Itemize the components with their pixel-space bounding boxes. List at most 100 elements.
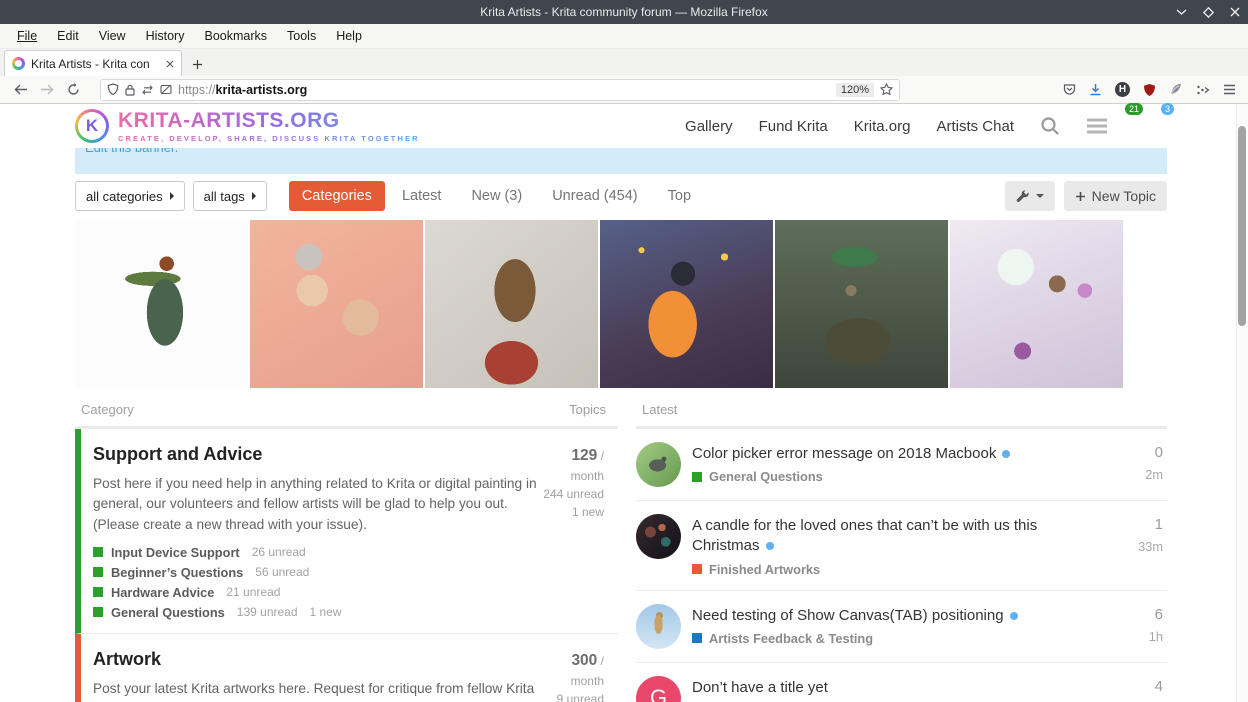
window-maximize-button[interactable] bbox=[1203, 6, 1214, 18]
category-description: Post here if you need help in anything r… bbox=[93, 476, 537, 532]
lock-icon[interactable] bbox=[125, 84, 135, 96]
new-tab-button[interactable] bbox=[184, 52, 210, 76]
topic-avatar-letter-g[interactable]: G bbox=[636, 675, 681, 702]
subcategory-beginners-questions[interactable]: Beginner’s Questions 56 unread bbox=[93, 565, 537, 580]
back-button[interactable] bbox=[8, 79, 34, 101]
topic-category-badge[interactable]: Artists Feedback & Testing bbox=[692, 631, 1111, 646]
url-text[interactable]: https://krita-artists.org bbox=[178, 83, 830, 97]
adblock-shield-icon[interactable] bbox=[1143, 83, 1156, 97]
topic-category-badge[interactable]: General Questions bbox=[692, 469, 1111, 484]
extension-h-icon[interactable]: H bbox=[1115, 82, 1130, 97]
tab-unread[interactable]: Unread (454) bbox=[539, 181, 650, 211]
reply-count: 1 bbox=[1154, 516, 1163, 533]
subcategory-hardware-advice[interactable]: Hardware Advice 21 unread bbox=[93, 585, 537, 600]
nav-link-fund-krita[interactable]: Fund Krita bbox=[759, 118, 828, 135]
category-color-square bbox=[692, 564, 702, 574]
featured-artwork-strip bbox=[75, 220, 1248, 388]
extension-dots-icon[interactable] bbox=[1196, 84, 1210, 96]
category-row-support-and-advice: Support and Advice Post here if you need… bbox=[75, 429, 618, 634]
banner-image-druid[interactable] bbox=[75, 220, 248, 388]
unread-dot bbox=[1009, 611, 1018, 620]
browser-tab-active[interactable]: Krita Artists - Krita con bbox=[4, 50, 182, 76]
category-row-artwork: Artwork Post your latest Krita artworks … bbox=[75, 633, 618, 702]
subcategory-input-device-support[interactable]: Input Device Support 26 unread bbox=[93, 545, 537, 560]
blocked-media-icon[interactable] bbox=[160, 84, 172, 95]
page-scrollbar-track[interactable] bbox=[1236, 104, 1248, 702]
site-logo[interactable]: K KRITA-ARTISTS.ORG CREATE, DEVELOP, SHA… bbox=[75, 109, 420, 143]
menu-tools[interactable]: Tools bbox=[278, 26, 325, 46]
tag-filter-dropdown[interactable]: all tags bbox=[192, 181, 267, 211]
forward-button[interactable] bbox=[34, 79, 60, 101]
notification-badge-green[interactable]: 21 bbox=[1125, 102, 1144, 115]
banner-image-girl-portrait[interactable] bbox=[425, 220, 598, 388]
topic-title[interactable]: Color picker error message on 2018 Macbo… bbox=[692, 444, 1092, 464]
downloads-icon[interactable] bbox=[1089, 83, 1102, 96]
page-scrollbar-thumb[interactable] bbox=[1238, 126, 1246, 326]
tab-close-icon[interactable] bbox=[166, 60, 174, 68]
extension-feather-icon[interactable] bbox=[1169, 83, 1183, 96]
reload-button[interactable] bbox=[60, 79, 86, 101]
menu-help[interactable]: Help bbox=[327, 26, 371, 46]
categories-column: Category Topics Support and Advice Post … bbox=[75, 402, 618, 702]
notification-badge-blue[interactable]: 3 bbox=[1160, 102, 1174, 115]
bookmark-star-icon[interactable] bbox=[880, 83, 893, 96]
topic-avatar-giraffe[interactable] bbox=[636, 603, 681, 649]
topic-title[interactable]: A candle for the loved ones that can’t b… bbox=[692, 516, 1092, 557]
edit-banner-link[interactable]: Edit this banner. bbox=[85, 148, 178, 155]
reply-count: 6 bbox=[1154, 605, 1163, 623]
menu-view[interactable]: View bbox=[90, 26, 135, 46]
category-color-square bbox=[93, 547, 103, 558]
site-header: K KRITA-ARTISTS.ORG CREATE, DEVELOP, SHA… bbox=[0, 102, 1248, 148]
pocket-icon[interactable] bbox=[1063, 83, 1076, 96]
category-title[interactable]: Artwork bbox=[93, 649, 537, 670]
url-bar[interactable]: https://krita-artists.org 120% bbox=[100, 78, 900, 101]
category-filter-dropdown[interactable]: all categories bbox=[75, 181, 185, 211]
tab-latest[interactable]: Latest bbox=[389, 181, 455, 211]
nav-link-gallery[interactable]: Gallery bbox=[685, 118, 733, 135]
caret-down-icon bbox=[1035, 194, 1044, 198]
menu-file[interactable]: File bbox=[8, 26, 46, 46]
window-close-button[interactable] bbox=[1230, 7, 1240, 17]
nav-link-krita-org[interactable]: Krita.org bbox=[854, 118, 911, 135]
admin-wrench-button[interactable] bbox=[1004, 181, 1055, 211]
reply-count: 4 bbox=[1154, 677, 1163, 695]
category-title[interactable]: Support and Advice bbox=[93, 444, 537, 465]
banner-image-toad-mouse[interactable] bbox=[775, 220, 948, 388]
site-hamburger-icon[interactable] bbox=[1086, 118, 1108, 134]
banner-image-pixel-room[interactable] bbox=[950, 220, 1123, 388]
search-icon[interactable] bbox=[1040, 116, 1060, 136]
topic-title[interactable]: Don’t have a title yet bbox=[692, 678, 1092, 698]
category-color-square bbox=[93, 587, 103, 598]
tab-new[interactable]: New (3) bbox=[458, 181, 535, 211]
tab-categories[interactable]: Categories bbox=[288, 181, 385, 211]
user-avatar[interactable]: 21 3 bbox=[1125, 102, 1174, 143]
unread-dot bbox=[1002, 450, 1011, 459]
nav-link-artists-chat[interactable]: Artists Chat bbox=[936, 118, 1014, 135]
menu-bookmarks[interactable]: Bookmarks bbox=[195, 26, 276, 46]
banner-image-witch-catgirl[interactable] bbox=[600, 220, 773, 388]
banner-image-couple-photo[interactable] bbox=[250, 220, 423, 388]
topic-avatar-bird[interactable] bbox=[636, 442, 681, 487]
category-stats: 129 / month 244 unread 1 new bbox=[543, 447, 604, 520]
column-header-latest: Latest bbox=[642, 402, 678, 417]
shield-icon[interactable] bbox=[107, 83, 119, 96]
menu-edit[interactable]: Edit bbox=[48, 26, 88, 46]
subcategory-general-questions[interactable]: General Questions 139 unread 1 new bbox=[93, 605, 537, 620]
latest-column: Latest Color picker error message on 201… bbox=[636, 402, 1167, 702]
window-minimize-button[interactable] bbox=[1176, 8, 1187, 16]
category-description: Post your latest Krita artworks here. Re… bbox=[93, 680, 535, 702]
zoom-level-pill[interactable]: 120% bbox=[835, 82, 874, 97]
topic-avatar-collage[interactable] bbox=[636, 514, 681, 559]
topic-category-badge[interactable]: Finished Artworks bbox=[692, 562, 1111, 577]
tab-top[interactable]: Top bbox=[655, 181, 704, 211]
new-topic-button[interactable]: New Topic bbox=[1063, 181, 1167, 211]
topic-title[interactable]: Need testing of Show Canvas(TAB) positio… bbox=[692, 606, 1092, 626]
browser-menubar: File Edit View History Bookmarks Tools H… bbox=[0, 24, 1248, 49]
site-name: KRITA-ARTISTS.ORG bbox=[118, 110, 420, 131]
permissions-icon[interactable] bbox=[141, 84, 154, 95]
site-tagline: CREATE, DEVELOP, SHARE, DISCUSS KRITA TO… bbox=[118, 133, 420, 143]
topic-row: A candle for the loved ones that can’t b… bbox=[636, 501, 1167, 591]
hamburger-menu-icon[interactable] bbox=[1223, 84, 1236, 95]
category-color-square bbox=[692, 471, 702, 482]
menu-history[interactable]: History bbox=[137, 26, 194, 46]
